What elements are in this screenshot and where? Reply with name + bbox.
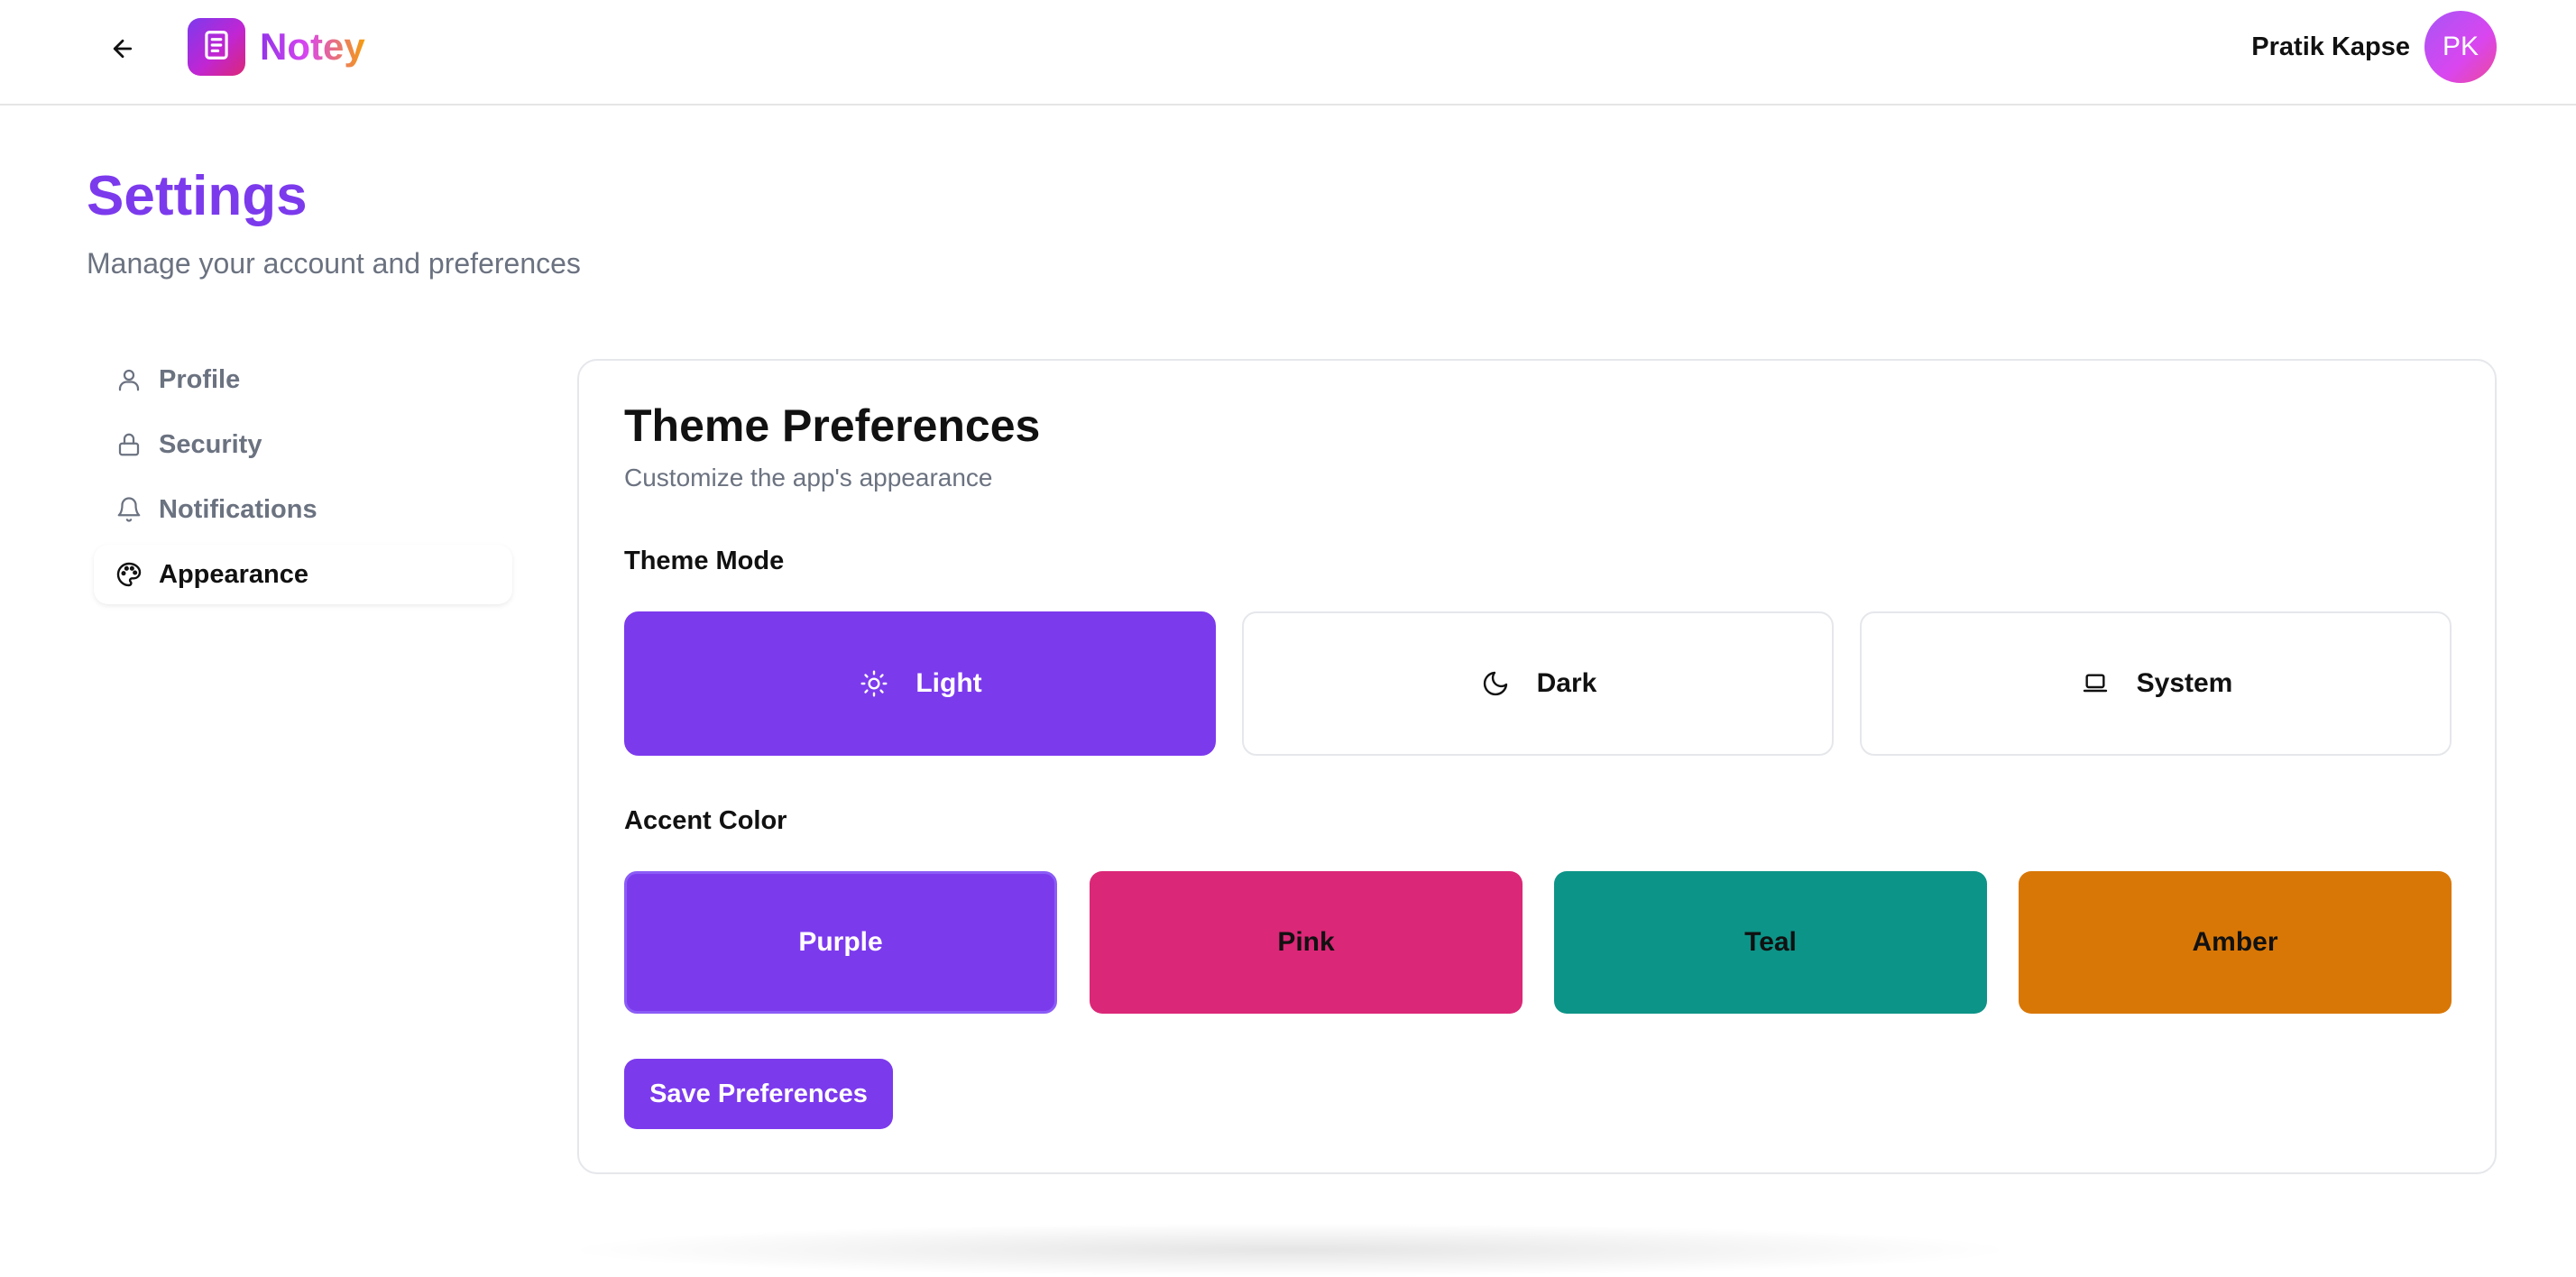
accent-purple-button[interactable]: Purple	[624, 871, 1057, 1014]
page-subtitle: Manage your account and preferences	[87, 247, 581, 280]
sidebar-item-profile[interactable]: Profile	[94, 350, 512, 409]
accent-option-label: Pink	[1277, 927, 1335, 957]
bottom-shadow	[559, 1223, 2020, 1277]
page-title: Settings	[87, 165, 308, 227]
theme-light-button[interactable]: Light	[624, 611, 1216, 756]
top-bar: Notey Pratik Kapse PK	[0, 0, 2576, 106]
accent-amber-button[interactable]: Amber	[2019, 871, 2452, 1014]
accent-option-label: Purple	[798, 927, 883, 957]
back-button[interactable]	[101, 29, 144, 72]
sidebar-item-appearance[interactable]: Appearance	[94, 545, 512, 604]
user-name: Pratik Kapse	[2251, 32, 2410, 61]
sidebar-item-label: Notifications	[159, 494, 317, 524]
theme-option-label: Dark	[1536, 668, 1597, 698]
app-logo[interactable]	[188, 18, 245, 76]
theme-option-label: System	[2136, 668, 2233, 698]
accent-teal-button[interactable]: Teal	[1554, 871, 1987, 1014]
laptop-icon	[2079, 667, 2111, 700]
theme-option-label: Light	[915, 668, 982, 698]
theme-preferences-card: Theme Preferences Customize the app's ap…	[577, 359, 2497, 1174]
sidebar-item-label: Appearance	[159, 559, 309, 589]
notebook-icon	[199, 28, 234, 67]
sidebar-item-label: Profile	[159, 364, 241, 394]
accent-color-label: Accent Color	[624, 806, 787, 835]
theme-dark-button[interactable]: Dark	[1242, 611, 1834, 756]
accent-option-label: Amber	[2192, 927, 2278, 957]
theme-mode-label: Theme Mode	[624, 547, 785, 575]
avatar[interactable]: PK	[2424, 11, 2497, 83]
save-preferences-button[interactable]: Save Preferences	[624, 1059, 893, 1129]
lock-icon	[114, 429, 144, 460]
theme-system-button[interactable]: System	[1860, 611, 2452, 756]
arrow-left-icon	[109, 35, 136, 67]
sidebar-item-notifications[interactable]: Notifications	[94, 480, 512, 539]
sidebar-item-security[interactable]: Security	[94, 415, 512, 474]
settings-sidebar: Profile Security Notifications Appearanc…	[94, 350, 512, 610]
moon-icon	[1479, 667, 1512, 700]
sidebar-item-label: Security	[159, 429, 262, 459]
accent-pink-button[interactable]: Pink	[1090, 871, 1523, 1014]
sun-icon	[858, 667, 890, 700]
bell-icon	[114, 494, 144, 525]
card-subtitle: Customize the app's appearance	[624, 464, 993, 492]
accent-option-label: Teal	[1744, 927, 1797, 957]
palette-icon	[114, 559, 144, 590]
user-icon	[114, 364, 144, 395]
card-title: Theme Preferences	[624, 400, 1041, 451]
app-name: Notey	[260, 20, 365, 74]
